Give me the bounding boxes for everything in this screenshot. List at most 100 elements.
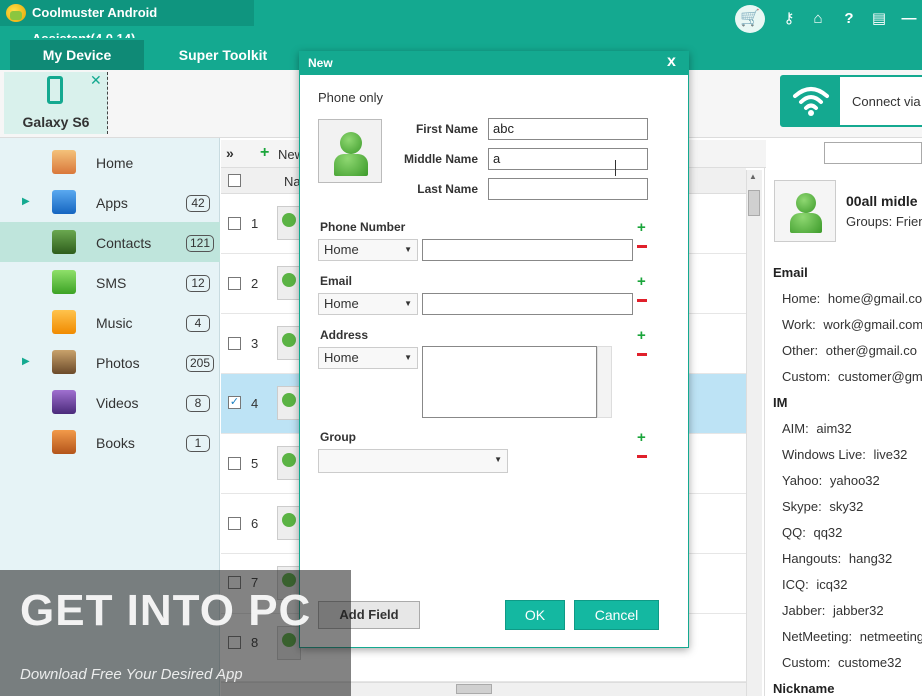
sidebar-count: 42 — [186, 195, 210, 212]
last-name-input[interactable] — [488, 178, 648, 200]
minimize-icon[interactable]: — — [898, 8, 920, 30]
chevron-down-icon: ▼ — [494, 455, 502, 464]
sidebar-item-label: Contacts — [96, 235, 152, 251]
sidebar-count: 8 — [186, 395, 210, 412]
watermark-subtitle: Download Free Your Desired App — [20, 666, 243, 683]
phone-type-select[interactable]: Home ▼ — [318, 239, 418, 261]
device-close-icon[interactable]: ✕ — [90, 72, 102, 89]
sms-icon — [52, 270, 76, 294]
sidebar-item-label: Books — [96, 435, 135, 451]
key-icon[interactable]: ⚷ — [778, 8, 800, 30]
detail-row: AIM: aim32 — [782, 421, 852, 436]
books-icon — [52, 430, 76, 454]
section-title-email: Email — [773, 265, 808, 280]
add-phone-icon[interactable]: + — [637, 220, 646, 235]
contact-avatar — [277, 446, 301, 480]
row-number: 2 — [251, 276, 259, 291]
help-icon[interactable]: ? — [838, 8, 860, 30]
videos-icon — [52, 390, 76, 414]
email-input[interactable] — [422, 293, 633, 315]
phone-number-input[interactable] — [422, 239, 633, 261]
first-name-label: First Name — [415, 122, 478, 136]
scroll-thumb[interactable] — [456, 684, 492, 694]
register-icon[interactable]: ▤ — [868, 8, 890, 30]
section-title-im: IM — [773, 395, 788, 410]
expand-arrow-icon[interactable]: ▶ — [22, 356, 30, 367]
detail-avatar — [774, 180, 836, 242]
sidebar-item-label: Photos — [96, 355, 140, 371]
select-all-checkbox[interactable] — [228, 174, 241, 187]
contact-avatar — [277, 206, 301, 240]
apps-icon — [52, 190, 76, 214]
sidebar-count: 1 — [186, 435, 210, 452]
sidebar-item-label: SMS — [96, 275, 127, 291]
email-label: Email — [320, 274, 353, 288]
contact-photo[interactable] — [318, 119, 382, 183]
row-checkbox[interactable] — [228, 337, 241, 350]
connect-label: Connect via — [852, 94, 921, 109]
section-title-nickname: Nickname — [773, 681, 835, 696]
expand-arrow-icon[interactable]: ▶ — [22, 196, 30, 207]
row-checkbox[interactable] — [228, 217, 241, 230]
first-name-input[interactable]: abc — [488, 118, 648, 140]
device-name: Galaxy S6 — [22, 114, 90, 130]
remove-email-icon[interactable] — [637, 299, 647, 302]
middle-name-input[interactable]: a — [488, 148, 648, 170]
close-icon[interactable]: x — [667, 53, 676, 71]
scroll-thumb[interactable] — [748, 190, 760, 216]
sidebar-item-label: Apps — [96, 195, 128, 211]
plus-icon[interactable]: + — [260, 144, 269, 162]
scroll-up-icon[interactable]: ▲ — [749, 172, 757, 181]
contact-groups: Groups: Frien — [846, 214, 922, 229]
home-icon[interactable]: ⌂ — [807, 8, 829, 30]
detail-row: Home: home@gmail.co — [782, 291, 922, 306]
home-icon — [52, 150, 76, 174]
row-checkbox[interactable]: ✓ — [228, 396, 241, 409]
text-cursor-icon — [615, 160, 616, 176]
sidebar-count: 12 — [186, 275, 210, 292]
row-number: 6 — [251, 516, 259, 531]
music-icon — [52, 310, 76, 334]
contact-avatar — [277, 266, 301, 300]
tab-my-device[interactable]: My Device — [10, 40, 144, 70]
address-scrollbar[interactable] — [597, 346, 612, 418]
sidebar-item-label: Home — [96, 155, 134, 171]
chevron-down-icon: ▼ — [404, 353, 412, 362]
address-type-select[interactable]: Home ▼ — [318, 347, 418, 369]
group-select[interactable]: ▼ — [318, 449, 508, 473]
dialog-title-bar[interactable] — [299, 51, 689, 75]
row-checkbox[interactable] — [228, 517, 241, 530]
cart-icon[interactable]: 🛒 — [735, 5, 765, 33]
app-logo-icon — [6, 4, 26, 22]
detail-row: Custom: custome32 — [782, 655, 902, 670]
add-group-icon[interactable]: + — [637, 430, 646, 445]
expand-icon[interactable]: » — [226, 145, 234, 161]
detail-row: Custom: customer@gm — [782, 369, 922, 384]
add-email-icon[interactable]: + — [637, 274, 646, 289]
detail-row: Hangouts: hang32 — [782, 551, 893, 566]
ok-button[interactable]: OK — [505, 600, 565, 630]
phone-number-label: Phone Number — [320, 220, 406, 234]
search-input[interactable] — [824, 142, 922, 164]
cancel-button[interactable]: Cancel — [574, 600, 659, 630]
detail-row: QQ: qq32 — [782, 525, 843, 540]
remove-phone-icon[interactable] — [637, 245, 647, 248]
email-type-select[interactable]: Home ▼ — [318, 293, 418, 315]
detail-row: Windows Live: live32 — [782, 447, 908, 462]
list-scrollbar[interactable] — [746, 170, 762, 696]
detail-row: Jabber: jabber32 — [782, 603, 884, 618]
row-checkbox[interactable] — [228, 277, 241, 290]
remove-address-icon[interactable] — [637, 353, 647, 356]
sidebar-count: 4 — [186, 315, 210, 332]
detail-row: Other: other@gmail.co — [782, 343, 917, 358]
add-address-icon[interactable]: + — [637, 328, 646, 343]
watermark-title: GET INTO PC — [20, 586, 312, 635]
row-checkbox[interactable] — [228, 457, 241, 470]
photos-icon — [52, 350, 76, 374]
chevron-down-icon: ▼ — [404, 245, 412, 254]
tab-super-toolkit[interactable]: Super Toolkit — [158, 40, 288, 70]
address-textarea[interactable] — [422, 346, 597, 418]
remove-group-icon[interactable] — [637, 455, 647, 458]
phone-icon — [47, 76, 63, 104]
detail-row: Work: work@gmail.com — [782, 317, 922, 332]
